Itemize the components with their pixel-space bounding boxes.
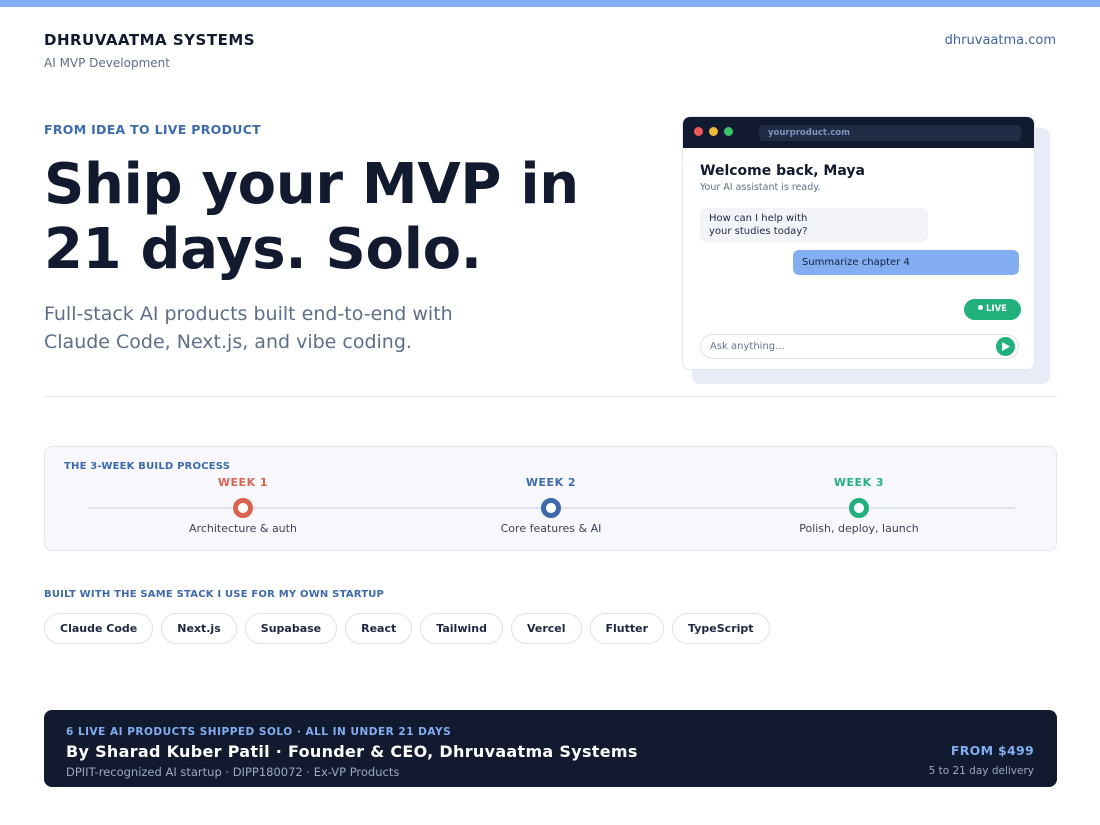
address-bar: yourproduct.com (759, 125, 1021, 141)
stack-chip-flutter: Flutter (589, 613, 665, 644)
stack-title: BUILT WITH THE SAME STACK I USE FOR MY O… (44, 589, 385, 600)
stack-chip-tailwind: Tailwind (420, 613, 503, 644)
stack-chip-claude-code: Claude Code (44, 613, 154, 644)
step-week-label: WEEK 1 (217, 476, 269, 489)
step-description: Architecture & auth (189, 522, 297, 535)
product-mockup: yourproduct.com Welcome back, Maya Your … (682, 116, 1035, 370)
headline-line-1: Ship your MVP in (44, 152, 579, 217)
stack-chip-nextjs: Next.js (161, 613, 237, 644)
mockup-welcome-subtitle: Your AI assistant is ready. (700, 182, 821, 193)
top-accent-bar (0, 0, 1100, 7)
stack-chip-typescript: TypeScript (672, 613, 770, 644)
assistant-message-line-1: How can I help with (709, 213, 808, 224)
chat-input-placeholder: Ask anything... (710, 341, 785, 352)
maximize-dot-icon (724, 127, 733, 136)
stack-chip-supabase: Supabase (244, 613, 338, 644)
step-week-label: WEEK 3 (833, 476, 885, 489)
subline-line-1: Full-stack AI products built end-to-end … (44, 303, 453, 325)
founder-eyebrow: 6 LIVE AI PRODUCTS SHIPPED SOLO · ALL IN… (66, 726, 452, 738)
step-node-icon (541, 498, 561, 518)
founder-card: 6 LIVE AI PRODUCTS SHIPPED SOLO · ALL IN… (44, 710, 1057, 787)
headline-line-2: 21 days. Solo. (44, 217, 482, 282)
user-message: Summarize chapter 4 (793, 250, 1019, 275)
live-badge-label: LIVE (986, 304, 1007, 314)
build-process-card: THE 3-WEEK BUILD PROCESS WEEK 1 Architec… (44, 446, 1057, 551)
brand-tagline: AI MVP Development (44, 56, 170, 70)
hero-headline: Ship your MVP in 21 days. Solo. (44, 152, 644, 282)
step-node-icon (233, 498, 253, 518)
close-dot-icon (694, 127, 703, 136)
price-label: FROM $499 (950, 743, 1034, 758)
live-badge: LIVE (964, 299, 1021, 320)
website-link[interactable]: dhruvaatma.com (945, 33, 1056, 48)
step-node-icon (849, 498, 869, 518)
mockup-welcome-title: Welcome back, Maya (700, 163, 865, 179)
founder-title: By Sharad Kuber Patil · Founder & CEO, D… (66, 742, 638, 761)
process-step-week-3: WEEK 3 Polish, deploy, launch (769, 447, 949, 547)
step-description: Core features & AI (500, 522, 602, 535)
process-step-week-2: WEEK 2 Core features & AI (461, 447, 641, 547)
step-description: Polish, deploy, launch (799, 522, 919, 535)
process-step-week-1: WEEK 1 Architecture & auth (153, 447, 333, 547)
assistant-message-line-2: your studies today? (709, 226, 808, 237)
browser-bar: yourproduct.com (683, 117, 1034, 148)
stack-chip-vercel: Vercel (510, 613, 582, 644)
tech-stack-list: Claude Code Next.js Supabase React Tailw… (44, 613, 770, 644)
chat-input: Ask anything... (700, 334, 1019, 359)
live-dot-icon (978, 305, 984, 310)
send-arrow-icon (996, 337, 1015, 356)
stack-chip-react: React (345, 613, 413, 644)
brand-name: DHRUVAATMA SYSTEMS (44, 31, 256, 49)
minimize-dot-icon (709, 127, 718, 136)
step-week-label: WEEK 2 (525, 476, 577, 489)
hero-eyebrow: FROM IDEA TO LIVE PRODUCT (44, 122, 261, 137)
hero-subline: Full-stack AI products built end-to-end … (44, 300, 564, 356)
founder-credentials: DPIIT-recognized AI startup · DIPP180072… (66, 765, 400, 779)
section-divider (44, 396, 1057, 397)
delivery-label: 5 to 21 day delivery (928, 765, 1034, 777)
assistant-message: How can I help with your studies today? (700, 208, 928, 242)
subline-line-2: Claude Code, Next.js, and vibe coding. (44, 331, 412, 353)
